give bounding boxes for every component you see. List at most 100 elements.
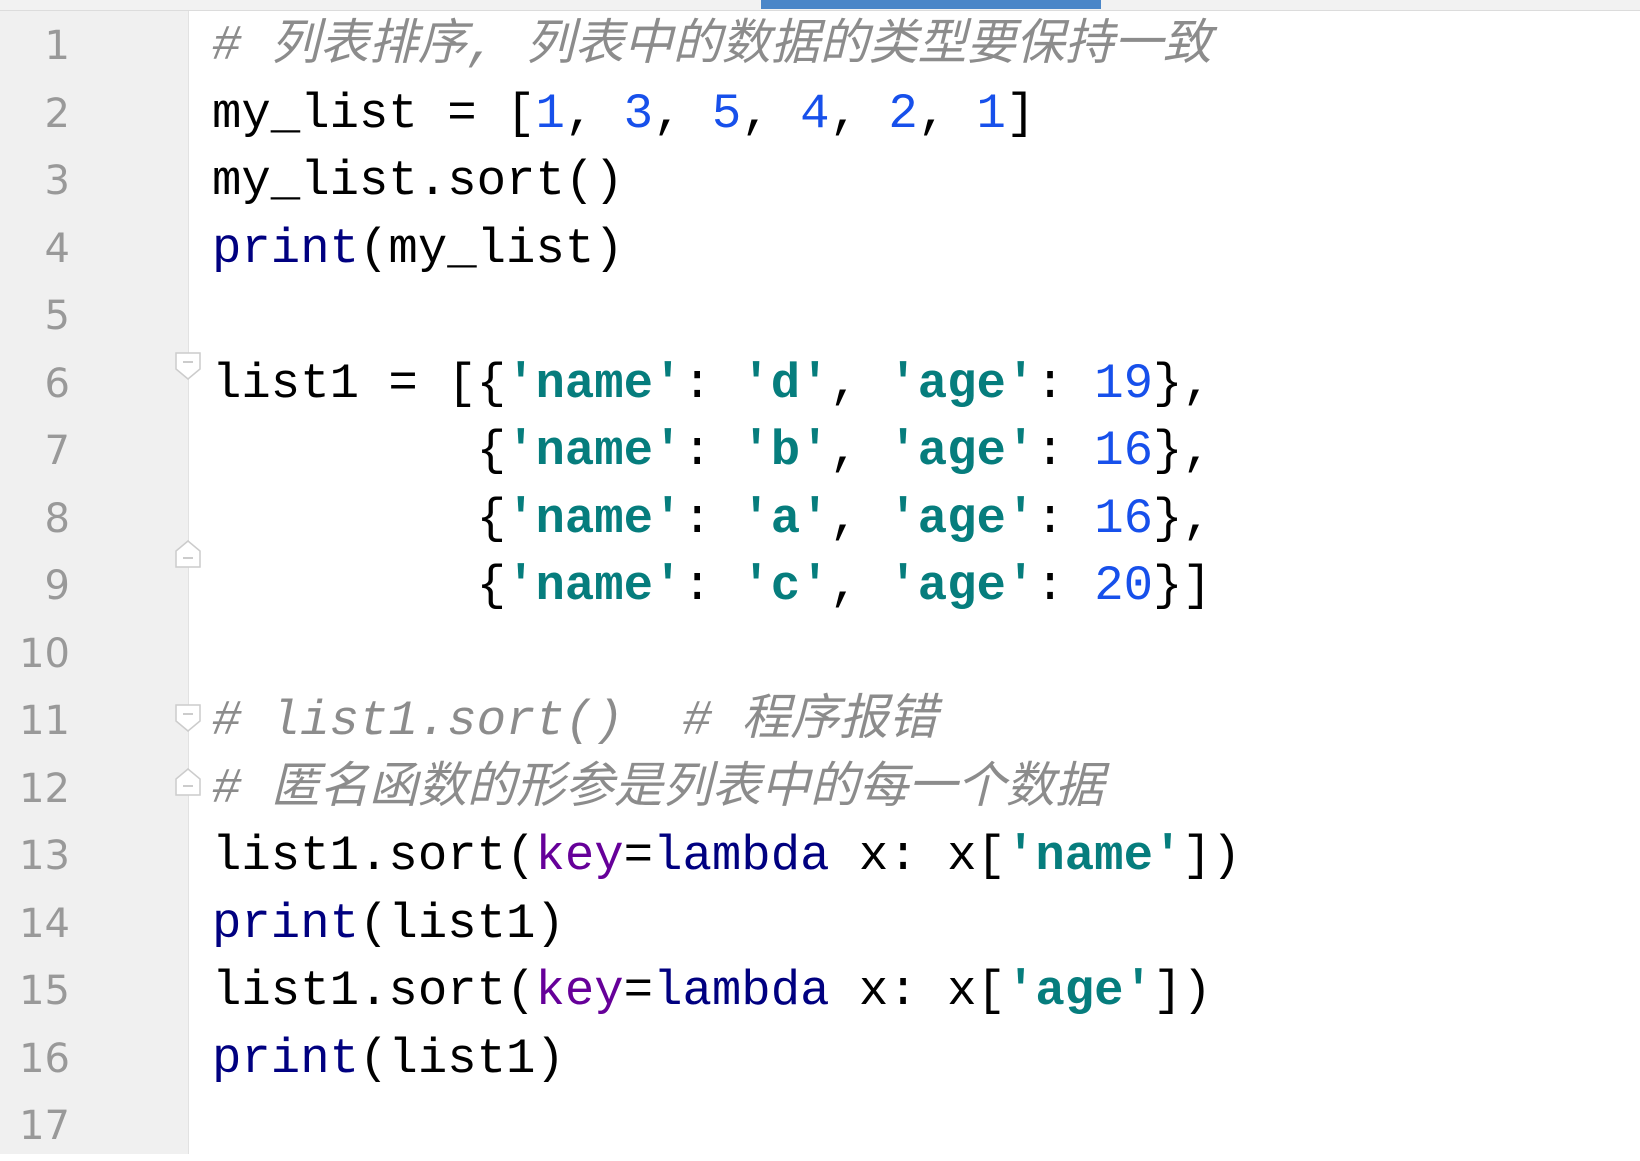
code-token-plain: : xyxy=(682,558,742,614)
code-token-plain: : xyxy=(1035,423,1095,479)
code-token-num: 16 xyxy=(1094,423,1153,479)
code-token-plain: (list1) xyxy=(359,1030,565,1087)
code-token-plain: = xyxy=(623,828,654,884)
code-token-plain: , xyxy=(829,558,889,614)
code-line[interactable]: list1.sort(key=lambda x: x['name']) xyxy=(212,823,1241,891)
code-line[interactable]: print(my_list) xyxy=(212,216,1241,284)
line-number: 10 xyxy=(19,630,70,677)
active-tab-indicator[interactable] xyxy=(761,0,1101,9)
code-token-str: 'name' xyxy=(506,423,683,479)
code-token-str: 'age' xyxy=(888,423,1036,479)
code-token-plain: list1.sort( xyxy=(212,828,536,884)
line-number: 14 xyxy=(19,900,70,947)
line-number: 5 xyxy=(44,293,70,339)
code-token-str: 'a' xyxy=(741,490,830,547)
code-line[interactable]: print(list1) xyxy=(212,891,1241,959)
code-token-plain: = xyxy=(623,963,654,1019)
code-token-comment: # 列表排序, 列表中的数据的类型要保持一致 xyxy=(212,18,1212,74)
line-number: 9 xyxy=(44,563,70,609)
code-token-plain: : xyxy=(1035,558,1095,614)
fold-end-icon[interactable] xyxy=(173,767,203,797)
code-token-plain: : xyxy=(1035,355,1095,412)
fold-start-icon[interactable] xyxy=(173,703,203,733)
code-line[interactable]: # list1.sort() # 程序报错 xyxy=(212,688,1241,756)
code-token-plain: x: x[ xyxy=(829,828,1006,884)
line-number: 17 xyxy=(19,1103,70,1149)
code-token-plain: ] xyxy=(1005,85,1036,142)
code-token-num: 19 xyxy=(1094,355,1153,412)
code-token-plain: , xyxy=(741,85,801,142)
code-token-plain: (list1) xyxy=(359,895,565,952)
code-token-str: 'd' xyxy=(741,355,830,412)
code-token-str: 'name' xyxy=(506,558,683,614)
code-line[interactable]: my_list = [1, 3, 5, 4, 2, 1] xyxy=(212,81,1241,149)
code-token-num: 20 xyxy=(1094,558,1153,614)
line-number: 2 xyxy=(44,90,70,137)
code-token-plain: x: x[ xyxy=(829,963,1006,1019)
code-token-plain: : xyxy=(1035,490,1095,547)
line-number: 3 xyxy=(44,158,70,204)
code-token-plain: , xyxy=(653,85,712,142)
code-token-plain: }, xyxy=(1153,423,1212,479)
code-line[interactable]: print(list1) xyxy=(212,1026,1241,1094)
code-token-str: 'name' xyxy=(506,490,683,547)
code-token-kw: print xyxy=(212,895,360,952)
code-token-plain: , xyxy=(829,355,889,412)
code-token-plain: , xyxy=(564,85,624,142)
line-number: 1 xyxy=(44,23,70,69)
code-token-plain: (my_list) xyxy=(359,220,624,277)
code-token-plain: : xyxy=(682,423,742,479)
code-line[interactable]: list1.sort(key=lambda x: x['age']) xyxy=(212,958,1241,1026)
code-line[interactable]: # 列表排序, 列表中的数据的类型要保持一致 xyxy=(212,13,1241,81)
line-number: 6 xyxy=(44,360,70,407)
line-number: 11 xyxy=(19,698,70,744)
code-token-plain: }] xyxy=(1153,558,1212,614)
code-token-plain: , xyxy=(829,490,889,547)
code-line[interactable] xyxy=(212,1093,1241,1161)
code-line[interactable]: {'name': 'a', 'age': 16}, xyxy=(212,486,1241,554)
code-line[interactable]: list1 = [{'name': 'd', 'age': 19}, xyxy=(212,351,1241,419)
code-token-plain: , xyxy=(917,85,977,142)
code-token-plain: ]) xyxy=(1152,963,1212,1019)
fold-start-icon[interactable] xyxy=(173,351,203,381)
code-token-num: 16 xyxy=(1094,490,1153,547)
code-editor[interactable]: # 列表排序, 列表中的数据的类型要保持一致 my_list = [1, 3, 5… xyxy=(212,13,1241,1161)
code-token-kw: print xyxy=(212,220,360,277)
code-token-kw: print xyxy=(212,1030,360,1087)
code-token-plain: }, xyxy=(1153,490,1212,547)
code-line[interactable] xyxy=(212,621,1241,689)
code-token-num: 4 xyxy=(800,85,830,142)
line-number: 12 xyxy=(19,765,70,812)
code-token-num: 5 xyxy=(711,85,742,142)
code-line[interactable]: # 匿名函数的形参是列表中的每一个数据 xyxy=(212,756,1241,824)
code-token-str: 'b' xyxy=(741,423,830,479)
code-token-num: 1 xyxy=(535,85,565,142)
code-line[interactable]: {'name': 'c', 'age': 20}] xyxy=(212,553,1241,621)
code-token-plain: list1.sort( xyxy=(212,963,536,1019)
code-token-plain: { xyxy=(212,558,507,614)
code-line[interactable]: {'name': 'b', 'age': 16}, xyxy=(212,418,1241,486)
fold-end-icon[interactable] xyxy=(173,539,203,569)
code-token-str: 'age' xyxy=(888,558,1036,614)
code-token-plain: ]) xyxy=(1182,828,1242,884)
code-token-str: 'c' xyxy=(741,558,830,614)
line-number: 4 xyxy=(44,225,70,272)
code-token-plain: }, xyxy=(1153,355,1212,412)
code-token-plain: , xyxy=(829,423,889,479)
code-token-param: key xyxy=(535,828,624,884)
code-token-kw: lambda xyxy=(653,963,830,1019)
code-token-plain: list1 = [{ xyxy=(212,355,507,412)
code-token-str: 'name' xyxy=(1005,828,1183,884)
code-token-plain: my_list = [ xyxy=(212,85,536,142)
code-token-param: key xyxy=(535,963,624,1019)
code-token-comment: # 匿名函数的形参是列表中的每一个数据 xyxy=(212,760,1104,817)
code-line[interactable] xyxy=(212,283,1241,351)
code-token-kw: lambda xyxy=(653,828,830,884)
code-token-plain: : xyxy=(682,490,742,547)
line-number: 15 xyxy=(19,968,70,1014)
code-line[interactable]: my_list.sort() xyxy=(212,148,1241,216)
code-token-num: 2 xyxy=(888,85,918,142)
code-token-str: 'age' xyxy=(888,490,1036,547)
tab-bar xyxy=(0,0,1640,11)
line-number: 16 xyxy=(19,1035,70,1082)
